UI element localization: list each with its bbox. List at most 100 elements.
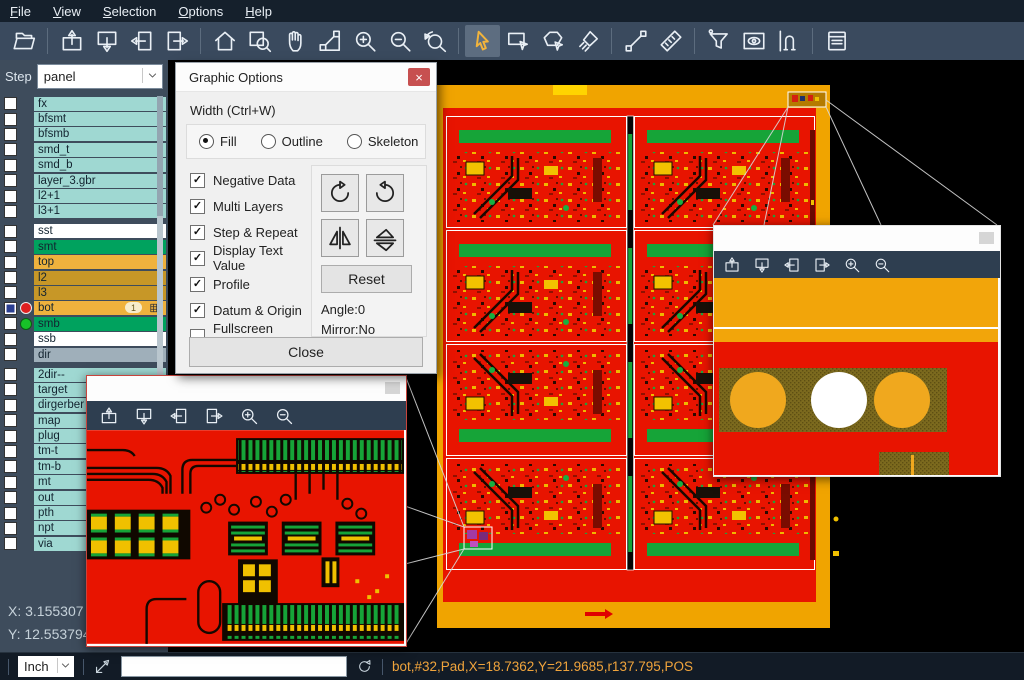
menu-help[interactable]: Help xyxy=(245,4,272,19)
checkbox-step-repeat[interactable]: ✓Step & Repeat xyxy=(190,219,311,245)
layer-checkbox[interactable] xyxy=(4,190,17,203)
layer-checkbox[interactable] xyxy=(4,302,17,315)
rect-select-button[interactable] xyxy=(500,25,535,57)
layer-name[interactable]: smd_t xyxy=(34,143,166,157)
ruler-button[interactable] xyxy=(653,25,688,57)
layer-name[interactable]: layer_3.gbr xyxy=(34,174,166,188)
filter-button[interactable] xyxy=(701,25,736,57)
layer-checkbox[interactable] xyxy=(4,383,17,396)
unit-select[interactable]: Inch xyxy=(18,656,74,677)
layer-checkbox[interactable] xyxy=(4,225,17,238)
checkbox-display-text-value[interactable]: ✓Display Text Value xyxy=(190,245,311,271)
layer-checkbox[interactable] xyxy=(4,240,17,253)
magnifier-titlebar[interactable] xyxy=(714,226,1000,251)
layer-checkbox[interactable] xyxy=(4,348,17,361)
reset-button[interactable]: Reset xyxy=(321,265,412,293)
measure-line-button[interactable] xyxy=(618,25,653,57)
layer-name[interactable]: top xyxy=(34,255,166,269)
layer-checkbox[interactable] xyxy=(4,445,17,458)
measure-node-button[interactable] xyxy=(312,25,347,57)
clean-brush-button[interactable] xyxy=(570,25,605,57)
layer-checkbox[interactable] xyxy=(4,205,17,218)
layer-row-l2+1[interactable]: l2+1 xyxy=(0,188,168,203)
layer-row-l3+1[interactable]: l3+1 xyxy=(0,204,168,219)
menu-view[interactable]: View xyxy=(53,4,81,19)
flip-h-button[interactable] xyxy=(321,219,359,257)
layer-list-button[interactable] xyxy=(819,25,854,57)
layer-row-l3[interactable]: l3 xyxy=(0,285,168,300)
layer-name[interactable]: fx xyxy=(34,97,166,111)
layer-checkbox[interactable] xyxy=(4,333,17,346)
import-right-button[interactable] xyxy=(204,406,224,426)
layer-row-sst[interactable]: sst xyxy=(0,224,168,239)
layer-row-bfsmt[interactable]: bfsmt xyxy=(0,111,168,126)
layer-name[interactable]: l3+1 xyxy=(34,204,166,218)
select-arrow-button[interactable] xyxy=(465,25,500,57)
import-left-button[interactable] xyxy=(783,256,801,274)
layer-row-smd_t[interactable]: smd_t xyxy=(0,142,168,157)
checkbox-profile[interactable]: ✓Profile xyxy=(190,271,311,297)
checkbox-datum-origin[interactable]: ✓Datum & Origin xyxy=(190,297,311,323)
group-select-button[interactable] xyxy=(535,25,570,57)
scrollbar-thumb[interactable] xyxy=(157,96,163,216)
layer-checkbox[interactable] xyxy=(4,430,17,443)
zoom-out-button[interactable] xyxy=(873,256,891,274)
window-button[interactable] xyxy=(979,232,994,244)
zoom-window-button[interactable] xyxy=(242,25,277,57)
layer-checkbox[interactable] xyxy=(4,399,17,412)
import-left-button[interactable] xyxy=(169,406,189,426)
layer-name[interactable]: bfsmt xyxy=(34,112,166,126)
import-right-button[interactable] xyxy=(813,256,831,274)
pcb-canvas[interactable]: Graphic Options × Width (Ctrl+W) FillOut… xyxy=(168,60,1024,652)
import-top-button[interactable] xyxy=(99,406,119,426)
layer-name[interactable]: ssb xyxy=(34,332,166,346)
radio-skeleton[interactable]: Skeleton xyxy=(347,134,419,149)
checkbox-negative-data[interactable]: ✓Negative Data xyxy=(190,167,311,193)
menu-file[interactable]: File xyxy=(10,4,31,19)
import-right-button[interactable] xyxy=(159,25,194,57)
layer-name[interactable]: smd_b xyxy=(34,158,166,172)
step-select[interactable]: panel xyxy=(37,64,163,89)
import-top-button[interactable] xyxy=(723,256,741,274)
zoom-out-button[interactable] xyxy=(274,406,294,426)
layer-checkbox[interactable] xyxy=(4,143,17,156)
layer-row-l2[interactable]: l2 xyxy=(0,270,168,285)
zoom-in-button[interactable] xyxy=(347,25,382,57)
layer-name[interactable]: dir xyxy=(34,348,166,362)
magnifier-titlebar[interactable] xyxy=(87,376,406,401)
layer-row-layer_3.gbr[interactable]: layer_3.gbr xyxy=(0,173,168,188)
rotate-cw-button[interactable] xyxy=(321,174,359,212)
sync-icon[interactable] xyxy=(356,658,373,675)
layer-name[interactable]: l2+1 xyxy=(34,189,166,203)
close-icon[interactable]: × xyxy=(408,68,430,86)
rotate-ccw-button[interactable] xyxy=(366,174,404,212)
flip-v-button[interactable] xyxy=(366,219,404,257)
zoom-previous-button[interactable] xyxy=(417,25,452,57)
layer-row-smb[interactable]: smb xyxy=(0,316,168,331)
layer-row-bfsmb[interactable]: bfsmb xyxy=(0,127,168,142)
layer-name[interactable]: l3 xyxy=(34,286,166,300)
import-top-button[interactable] xyxy=(54,25,89,57)
layer-checkbox[interactable] xyxy=(4,476,17,489)
layer-name[interactable]: bfsmb xyxy=(34,127,166,141)
dialog-titlebar[interactable]: Graphic Options × xyxy=(176,63,436,92)
layer-row-ssb[interactable]: ssb xyxy=(0,331,168,346)
layer-name[interactable]: sst xyxy=(34,224,166,238)
layer-row-dir[interactable]: dir xyxy=(0,347,168,362)
layer-name[interactable]: l2 xyxy=(34,271,166,285)
layer-row-top[interactable]: top xyxy=(0,255,168,270)
radio-fill[interactable]: Fill xyxy=(199,134,237,149)
layer-checkbox[interactable] xyxy=(4,317,17,330)
layer-checkbox[interactable] xyxy=(4,128,17,141)
zoom-out-button[interactable] xyxy=(382,25,417,57)
view-box-button[interactable] xyxy=(736,25,771,57)
layer-checkbox[interactable] xyxy=(4,522,17,535)
menu-options[interactable]: Options xyxy=(178,4,223,19)
command-input[interactable] xyxy=(121,656,347,677)
import-bottom-button[interactable] xyxy=(89,25,124,57)
layer-row-fx[interactable]: fx xyxy=(0,96,168,111)
layer-checkbox[interactable] xyxy=(4,97,17,110)
layer-row-smd_b[interactable]: smd_b xyxy=(0,158,168,173)
layer-row-smt[interactable]: smt xyxy=(0,239,168,254)
layer-checkbox[interactable] xyxy=(4,271,17,284)
